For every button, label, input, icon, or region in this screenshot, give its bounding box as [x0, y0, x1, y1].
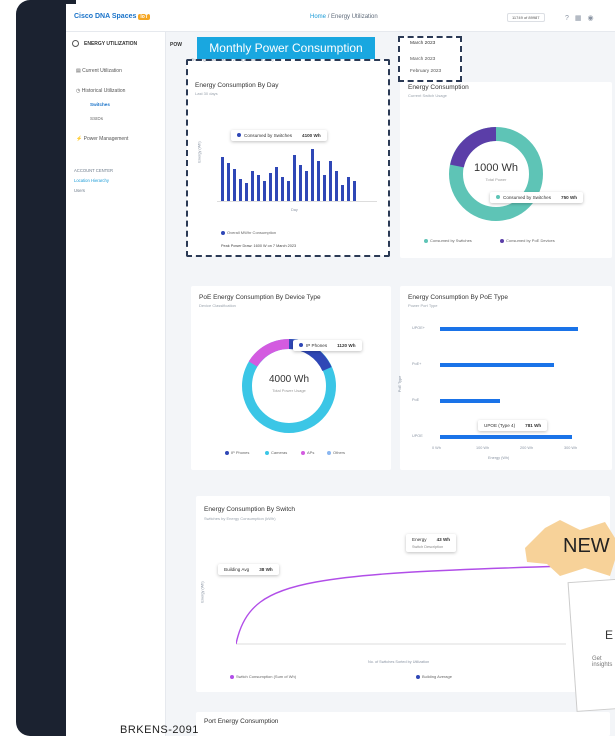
month-option[interactable]: March 2023 [410, 57, 435, 62]
bolt-icon: ⚡ [76, 136, 84, 142]
sidebar-item-switches[interactable]: Switches [90, 102, 110, 107]
breadcrumb-home[interactable]: Home [310, 14, 326, 20]
x-tick: 0 Wh [432, 446, 441, 450]
card-title: Energy Consumption [408, 84, 469, 91]
legend-item: Others [327, 450, 345, 455]
x-tick: 300 Wh [564, 446, 578, 450]
donut-tooltip: Consumed by Switches 750 Wh [490, 192, 584, 203]
legend-item: Consumed by PoE Devices [500, 238, 555, 243]
tab-power[interactable]: POW [170, 42, 182, 48]
sidebar-item-current[interactable]: ▤ Current Utilization [76, 68, 122, 74]
promo-card [567, 578, 615, 712]
donut-center-value: 4000 Wh [268, 374, 310, 385]
card-subtitle: Device Classification [199, 303, 236, 308]
y-axis-label: Energy (Wh) [200, 581, 205, 603]
hbar[interactable] [440, 399, 500, 403]
legend-item: IP Phones [225, 450, 249, 455]
top-icons: ?▦◉ [565, 14, 600, 22]
breadcrumb: Home / Energy Utilization [310, 14, 378, 20]
brand-logo[interactable]: Cisco DNA Spaces IoT [74, 13, 150, 20]
poe-type-card: Energy Consumption By PoE Type Power Por… [398, 286, 612, 470]
sidebar-title: ENERGY UTILIZATION [72, 40, 137, 47]
new-badge-label: NEW [563, 535, 610, 557]
line-tooltip: Energy 43 Wh Switch Description [406, 534, 457, 552]
highlight-frame [186, 59, 390, 257]
port-energy-card: Port Energy Consumption [196, 712, 610, 736]
card-subtitle: Power Port Type [408, 303, 438, 308]
promo-heading: E [605, 628, 614, 642]
energy-icon [72, 40, 79, 47]
legend-item: Cameras [265, 450, 287, 455]
month-selected[interactable]: March 2023 [410, 41, 435, 46]
poe-device-card: PoE Energy Consumption By Device Type De… [191, 286, 391, 470]
donut-tooltip: IP Phones 1120 Wh [293, 340, 362, 351]
x-axis-label: Energy (Wh) [488, 456, 510, 460]
month-option[interactable]: February 2023 [410, 69, 441, 74]
monthly-power-banner: Monthly Power Consumption [197, 37, 375, 59]
category-label: PoE [412, 398, 420, 402]
breadcrumb-separator: / [327, 14, 330, 20]
category-label: UPOE+ [412, 326, 425, 330]
x-tick: 200 Wh [520, 446, 534, 450]
breadcrumb-current: Energy Utilization [331, 14, 378, 20]
sidebar-item-historical[interactable]: ◷ Historical Utilization [76, 88, 125, 94]
hbar[interactable] [440, 435, 572, 439]
card-title: PoE Energy Consumption By Device Type [199, 294, 321, 301]
brand-tag: IoT [138, 14, 150, 20]
help-icon[interactable]: ? [565, 15, 575, 22]
legend-item: Building Average [416, 674, 452, 679]
category-label: UPOE [412, 434, 423, 438]
energy-consumption-card: Energy Consumption Current Switch Usage … [400, 82, 612, 258]
promo-subtitle: Get insights [592, 656, 613, 668]
sidebar-link-users[interactable]: Users [74, 188, 85, 193]
hbar[interactable] [440, 327, 578, 331]
x-axis-label: No. of Switches Sorted by Utilization [368, 660, 430, 664]
sidebar-link-location-hierarchy[interactable]: Location Hierarchy [74, 178, 109, 183]
grid-icon[interactable]: ▦ [575, 15, 588, 22]
hbar[interactable] [440, 363, 554, 367]
card-title: Port Energy Consumption [204, 718, 279, 725]
category-label: PoE+ [412, 362, 422, 366]
card-subtitle: Switches by Energy Consumption (kWh) [204, 516, 276, 521]
card-title: Energy Consumption By PoE Type [408, 294, 508, 301]
legend-item: Switch Consumption (Sum of Wh) [230, 674, 296, 679]
month-dropdown[interactable]: March 2023 March 2023 February 2023 [398, 36, 462, 82]
session-code: BRKENS-2091 [120, 724, 199, 736]
top-bar: Cisco DNA Spaces IoT Home / Energy Utiliz… [66, 4, 615, 32]
donut-center-value: 1000 Wh [473, 162, 519, 174]
card-title: Energy Consumption By Switch [204, 506, 296, 513]
donut-center-label: Total Power [485, 177, 507, 182]
brand-name: Cisco DNA Spaces [74, 13, 137, 20]
sidebar-item-ssids[interactable]: SSIDs [90, 116, 103, 121]
user-icon[interactable]: ◉ [588, 15, 600, 22]
account-selector[interactable]: 11749 of 89987 [507, 13, 545, 22]
y-axis-label: PoE Type [398, 375, 403, 393]
card-subtitle: Current Switch Usage [408, 93, 447, 98]
x-tick: 100 Wh [476, 446, 490, 450]
consumption-donut[interactable] [444, 122, 548, 226]
sidebar-link-account-center[interactable]: ACCOUNT CENTER [74, 168, 113, 173]
legend-item: APs [301, 450, 314, 455]
legend-item: Consumed by Switches [424, 238, 472, 243]
donut-center-label: Total Power Usage [272, 388, 306, 393]
bar-tooltip: UPOE (Type 4) 781 Wh [478, 420, 548, 431]
sidebar-item-power-management[interactable]: ⚡ Power Management [76, 136, 128, 142]
sidebar: ENERGY UTILIZATION ▤ Current Utilization… [66, 32, 166, 736]
line-tooltip: Building Avg 38 Wh [218, 564, 279, 575]
